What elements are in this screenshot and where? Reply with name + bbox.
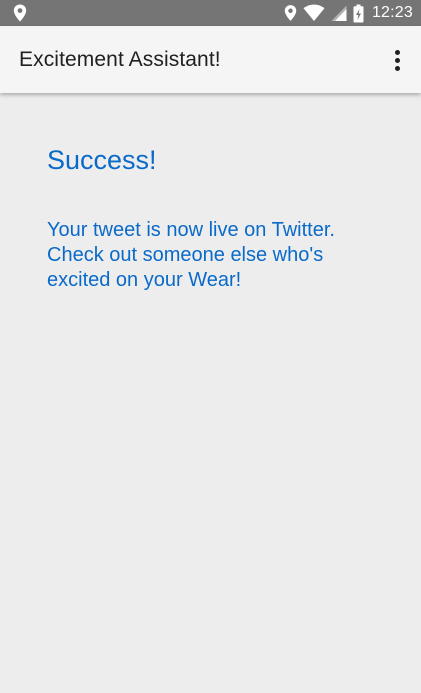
status-icons: 12:23 (278, 0, 413, 26)
success-message: Your tweet is now live on Twitter. Check… (47, 218, 387, 293)
menu-dot (394, 49, 400, 55)
app-title: Excitement Assistant! (19, 48, 221, 71)
screen: 12:23 Excitement Assistant! Success! You… (0, 0, 421, 693)
status-bar: 12:23 (0, 0, 421, 26)
message-line: Check out someone else who's (47, 244, 324, 266)
app-bar: Excitement Assistant! (0, 26, 421, 93)
success-heading: Success! (47, 145, 157, 175)
location-pin-icon (13, 4, 27, 22)
wifi-icon (303, 4, 325, 22)
more-vert-icon[interactable] (385, 46, 409, 74)
menu-dot (394, 57, 400, 63)
cellular-signal-icon (331, 4, 347, 22)
battery-charging-icon (353, 4, 364, 23)
message-line: Your tweet is now live on Twitter. (47, 219, 335, 241)
message-line: excited on your Wear! (47, 269, 242, 291)
status-clock: 12:23 (371, 4, 413, 21)
menu-dot (394, 65, 400, 71)
main-content: Success! Your tweet is now live on Twitt… (0, 93, 421, 693)
location-pin-icon (284, 4, 297, 22)
